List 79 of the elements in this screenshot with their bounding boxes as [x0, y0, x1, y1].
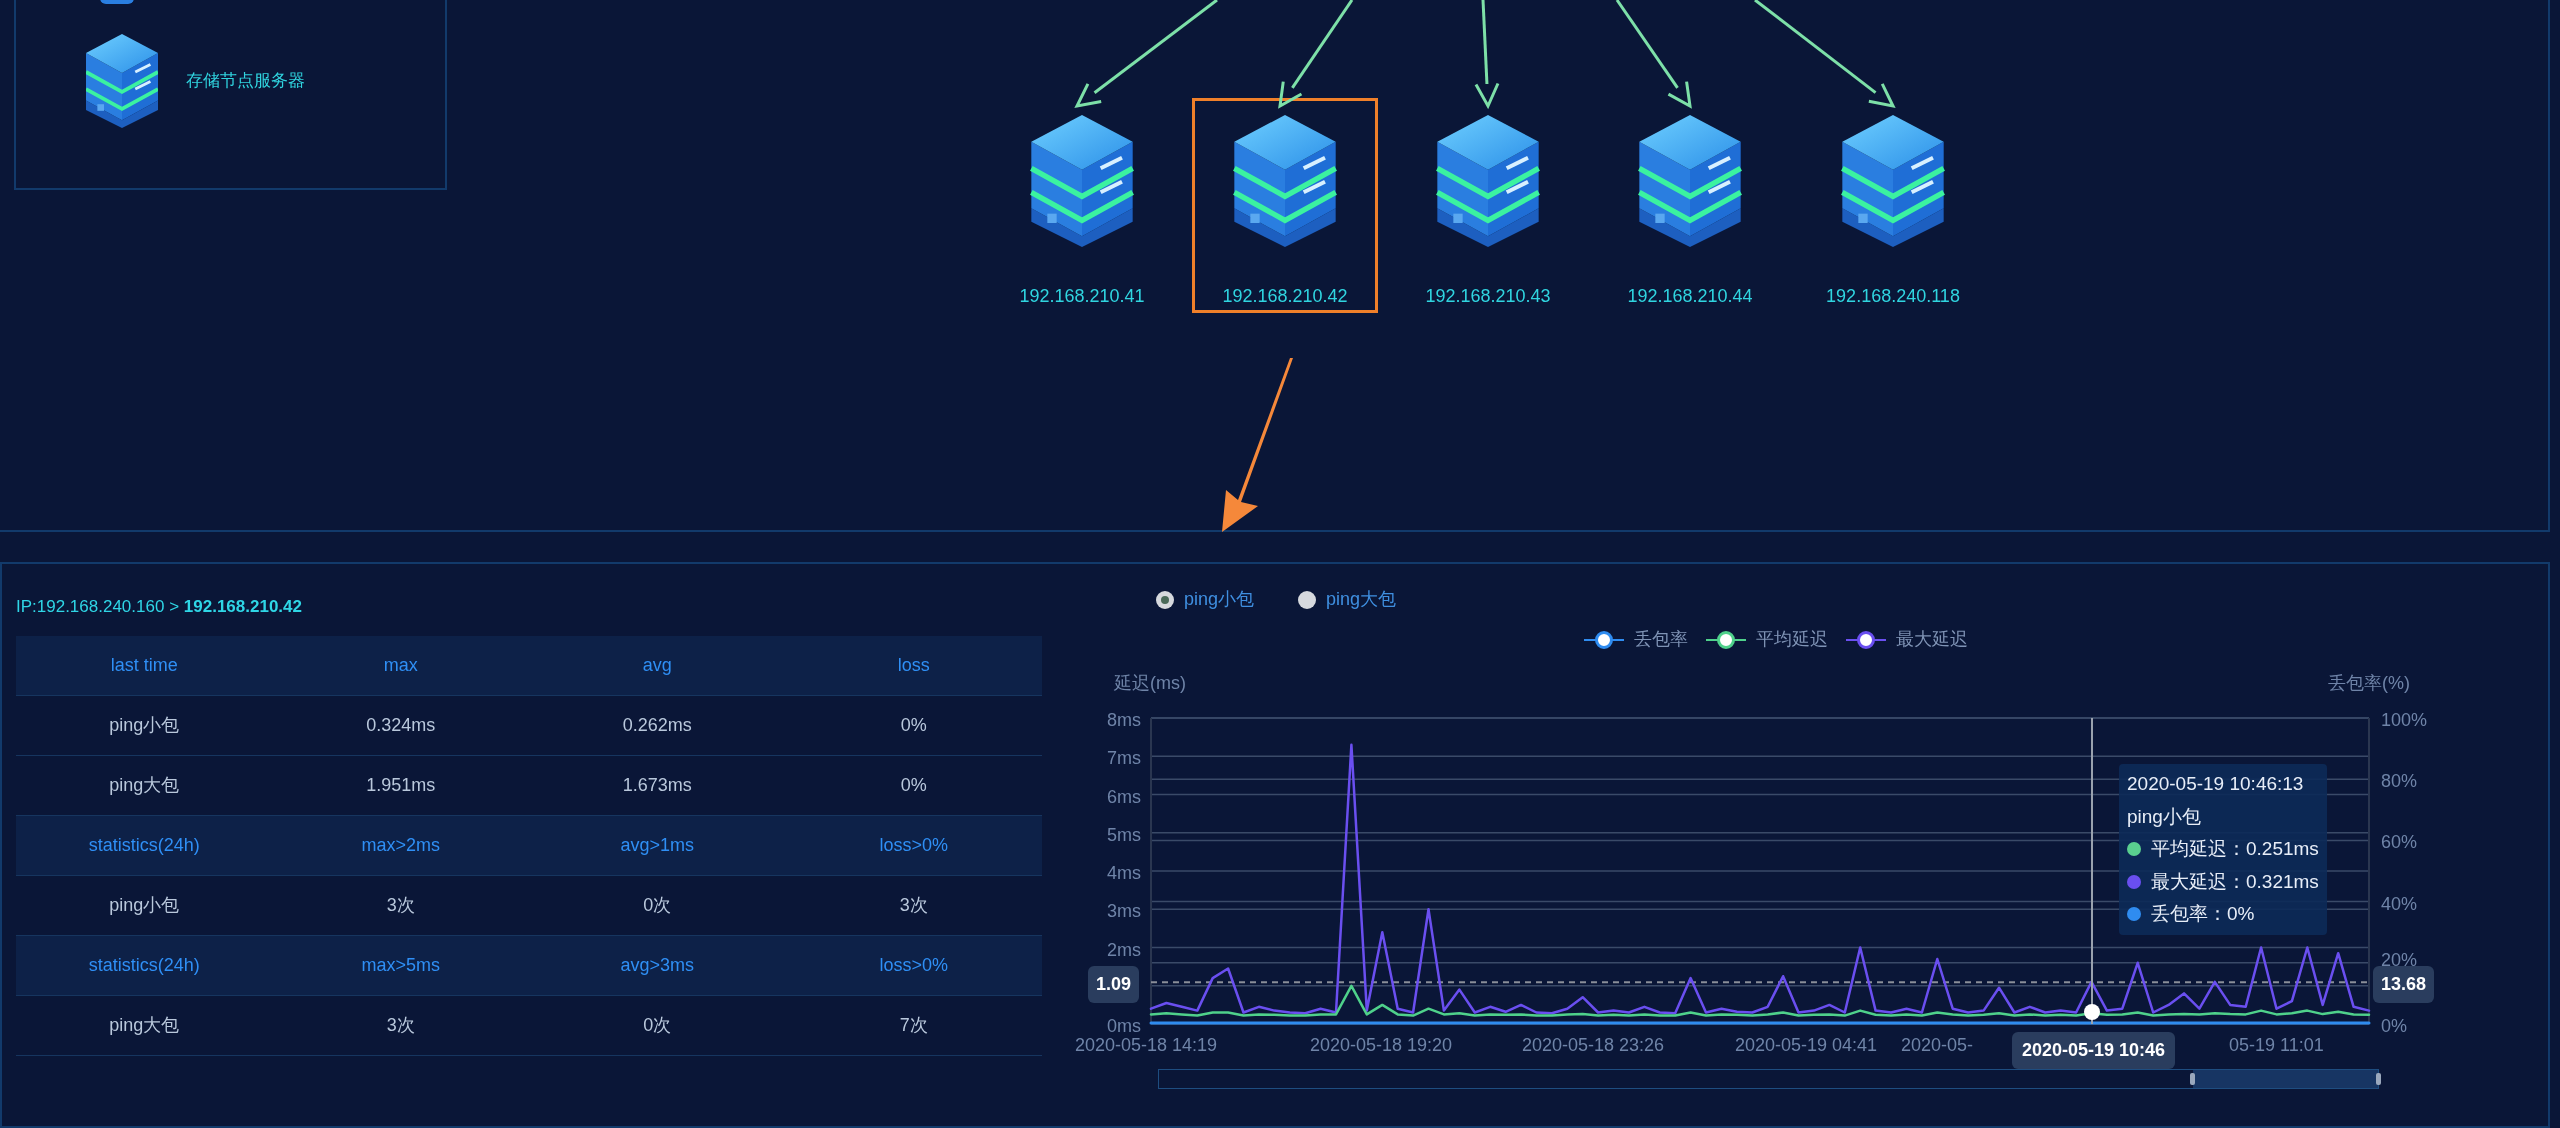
column-header: loss	[897, 654, 930, 677]
tooltip-text: 平均延迟：0.251ms	[2151, 837, 2319, 861]
axis-tick-label: 7ms	[1106, 747, 1141, 771]
axis-tick-label: 60%	[2381, 831, 2418, 855]
axis-tick-label: 2020-05-18 23:26	[1522, 1034, 1665, 1057]
connection-title: IP:192.168.240.160 > 192.168.210.42	[16, 596, 303, 618]
server-node[interactable]: 192.168.210.41	[989, 98, 1175, 313]
axis-tick-label: 0%	[2381, 1015, 2407, 1038]
legend-marker[interactable]	[1706, 629, 1746, 650]
tooltip-text: 丢包率：0%	[2151, 902, 2255, 926]
axis-title: 延迟(ms)	[1114, 672, 1186, 695]
server-ip-label: 192.168.210.41	[1019, 285, 1145, 308]
axis-tick-label: 100%	[2381, 709, 2428, 732]
axis-tick-label: 2020-05-19 04:41	[1735, 1034, 1878, 1057]
axis-tick-label: 40%	[2381, 892, 2418, 916]
axis-tick-label: 8ms	[1106, 709, 1141, 732]
tooltip-text: 最大延迟：0.321ms	[2151, 869, 2319, 894]
table-cell-text: 0.324ms	[366, 714, 436, 737]
axis-tick-label: 80%	[2381, 770, 2418, 794]
axis-tick-label: 3ms	[1106, 900, 1141, 924]
column-header: max>2ms	[361, 834, 440, 857]
column-header: loss>0%	[879, 834, 948, 857]
table-cell-text: 0次	[643, 1014, 672, 1037]
column-header: statistics(24h)	[88, 954, 200, 977]
table-cell-text: 0次	[643, 894, 672, 917]
legend-label[interactable]: 平均延迟	[1756, 626, 1828, 653]
radio-button[interactable]	[1298, 590, 1316, 609]
zoom-slider[interactable]	[1158, 1069, 2379, 1089]
axis-title: 丢包率(%)	[2328, 672, 2410, 695]
table-cell-text: ping大包	[109, 774, 180, 797]
server-node[interactable]: 192.168.210.44	[1597, 98, 1783, 313]
legend-label[interactable]: 最大延迟	[1896, 626, 1968, 653]
axis-tick-label: 2ms	[1106, 938, 1141, 962]
radio-label[interactable]: ping小包	[1184, 586, 1255, 613]
table-cell-text: ping小包	[109, 714, 180, 737]
column-header: loss>0%	[879, 954, 948, 977]
axis-tick-label: 05-19 11:01	[2229, 1034, 2324, 1057]
axis-tick-label: 5ms	[1106, 823, 1141, 847]
axis-value-marker: 1.09	[1088, 966, 1140, 1004]
axis-pointer-label: 2020-05-19 10:46	[2012, 1032, 2176, 1069]
table-cell-text: 7次	[899, 1014, 928, 1037]
column-header: avg>1ms	[620, 834, 694, 857]
legend-marker[interactable]	[1584, 629, 1624, 650]
server-node[interactable]: 192.168.210.43	[1395, 98, 1581, 313]
server-ip-label: 192.168.210.44	[1627, 285, 1753, 308]
axis-tick-label: 6ms	[1106, 785, 1141, 809]
column-header: avg	[642, 654, 672, 677]
table-cell-text: 0%	[900, 714, 927, 737]
column-header: max>5ms	[361, 954, 440, 977]
table-cell-text: 1.673ms	[622, 774, 692, 797]
table-cell-text: 3次	[386, 894, 415, 917]
table-cell-text: 0.262ms	[622, 714, 692, 737]
legend-label[interactable]: 丢包率	[1634, 626, 1688, 653]
server-ip-label: 192.168.240.118	[1826, 285, 1960, 308]
table-cell-text: 3次	[899, 894, 928, 917]
table-cell-text: 1.951ms	[366, 774, 436, 797]
column-header: last time	[110, 654, 178, 677]
tooltip-text: 2020-05-19 10:46:13	[2127, 772, 2305, 796]
table-cell-text: ping大包	[109, 1014, 180, 1037]
axis-value-marker: 13.68	[2373, 966, 2435, 1004]
column-header: avg>3ms	[620, 954, 694, 977]
table-cell-text: 3次	[386, 1014, 415, 1037]
table-cell-text: 0%	[900, 774, 927, 797]
radio-button[interactable]	[1156, 590, 1174, 609]
column-header: max	[383, 654, 418, 677]
column-header: statistics(24h)	[88, 834, 200, 857]
server-ip-label: 192.168.210.42	[1222, 285, 1348, 308]
axis-tick-label: 2020-05-	[1901, 1034, 1974, 1057]
tooltip-text: ping小包	[2127, 804, 2202, 829]
server-ip-label: 192.168.210.43	[1425, 285, 1551, 308]
hover-point	[2084, 1004, 2100, 1020]
axis-tick-label: 2020-05-18 19:20	[1310, 1034, 1453, 1057]
legend-marker[interactable]	[1846, 629, 1886, 650]
server-node[interactable]: 192.168.240.118	[1800, 98, 1986, 313]
server-node[interactable]: 192.168.210.42	[1192, 98, 1378, 313]
radio-label[interactable]: ping大包	[1326, 586, 1397, 613]
legend-label: 存储节点服务器	[186, 70, 305, 93]
table-cell-text: ping小包	[109, 894, 180, 917]
axis-tick-label: 4ms	[1106, 862, 1141, 885]
